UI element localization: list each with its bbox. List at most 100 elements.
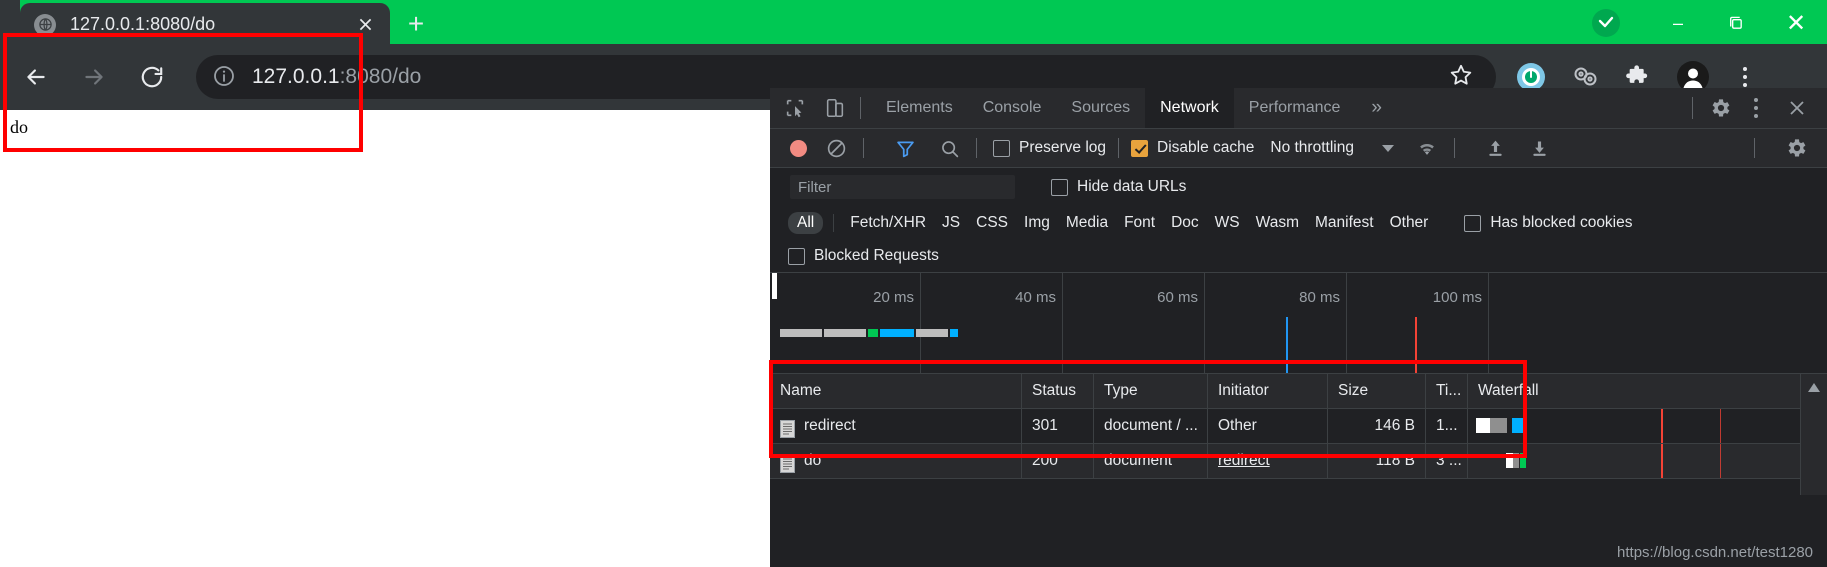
chevron-down-icon[interactable] (1381, 144, 1394, 152)
cell-type: document / ... (1094, 409, 1208, 443)
type-filter-js[interactable]: JS (942, 212, 960, 234)
type-filter-doc[interactable]: Doc (1171, 212, 1199, 234)
type-filter-img[interactable]: Img (1024, 212, 1050, 234)
devtools-tabbar-right (1682, 90, 1827, 126)
clear-button[interactable] (821, 133, 851, 163)
initiator-link[interactable]: redirect (1218, 452, 1270, 469)
preserve-log-label: Preserve log (1019, 139, 1107, 156)
table-row[interactable]: redirect 301 document / ... Other 146 B … (770, 409, 1827, 444)
column-header-waterfall[interactable]: Waterfall (1468, 374, 1801, 408)
close-icon[interactable] (350, 10, 380, 40)
tab-strip-left-pad (0, 0, 20, 46)
info-circle-icon[interactable] (212, 64, 238, 90)
cell-initiator[interactable]: redirect (1208, 444, 1328, 478)
type-filter-ws[interactable]: WS (1215, 212, 1240, 234)
overview-tick: 40 ms (920, 273, 1063, 373)
throttling-select[interactable]: No throttling (1270, 139, 1354, 157)
type-filter-all[interactable]: All (788, 212, 824, 234)
table-scrollbar[interactable] (1800, 374, 1827, 495)
type-filter-wasm[interactable]: Wasm (1256, 212, 1299, 234)
waterfall-segment (1506, 453, 1513, 468)
tab-network[interactable]: Network (1145, 88, 1234, 128)
record-button[interactable] (790, 139, 807, 157)
cell-size: 118 B (1328, 444, 1426, 478)
hide-data-urls-checkbox[interactable]: Hide data URLs (1051, 178, 1186, 196)
devtools-tabbar: Elements Console Sources Network Perform… (770, 88, 1827, 129)
green-shield-icon[interactable] (1589, 6, 1623, 40)
load-event-line (1415, 317, 1417, 373)
resource-type-filters: All Fetch/XHR JS CSS Img Media Font Doc … (770, 206, 1827, 240)
search-icon[interactable] (934, 133, 964, 163)
hide-data-urls-label: Hide data URLs (1077, 178, 1187, 195)
cell-waterfall (1468, 444, 1801, 478)
network-overview-timeline[interactable]: 20 ms 40 ms 60 ms 80 ms 100 ms (770, 273, 1827, 374)
page-viewport: do (0, 110, 770, 567)
network-conditions-icon[interactable] (1412, 133, 1442, 163)
column-header-size[interactable]: Size (1328, 374, 1426, 408)
browser-tab[interactable]: 127.0.0.1:8080/do (20, 3, 390, 46)
window-close-button[interactable]: ✕ (1765, 0, 1827, 46)
cell-name[interactable]: redirect (770, 409, 1022, 443)
new-tab-button[interactable]: + (398, 6, 434, 42)
has-blocked-cookies-label: Has blocked cookies (1490, 214, 1633, 231)
tab-sources[interactable]: Sources (1056, 88, 1145, 128)
load-event-line (1661, 444, 1663, 478)
cell-status: 200 (1022, 444, 1094, 478)
table-row[interactable]: do 200 document redirect 118 B 3 ... (770, 444, 1827, 479)
waterfall-segment (1476, 418, 1490, 433)
overview-gridlines: 20 ms 40 ms 60 ms 80 ms 100 ms (770, 273, 1827, 373)
checkbox-box (1131, 139, 1149, 157)
overview-tick-label: 80 ms (1299, 289, 1340, 306)
kebab-menu-icon[interactable] (1743, 98, 1769, 118)
column-header-name[interactable]: Name (770, 374, 1022, 408)
inspect-element-icon[interactable] (780, 93, 810, 123)
device-toolbar-icon[interactable] (820, 93, 850, 123)
column-header-type[interactable]: Type (1094, 374, 1208, 408)
type-filter-fetch-xhr[interactable]: Fetch/XHR (850, 212, 926, 234)
address-host: 127.0.0.1 (252, 65, 340, 88)
blocked-requests-checkbox[interactable]: Blocked Requests (788, 247, 939, 265)
request-name: redirect (804, 417, 856, 434)
reload-icon[interactable] (130, 55, 174, 99)
request-name: do (804, 452, 822, 469)
table-header-row: Name Status Type Initiator Size Ti... Wa… (770, 374, 1827, 409)
has-blocked-cookies-checkbox[interactable]: Has blocked cookies (1464, 214, 1633, 232)
tab-console[interactable]: Console (968, 88, 1057, 128)
window-maximize-button[interactable] (1707, 0, 1765, 46)
blocked-requests-bar: Blocked Requests (770, 240, 1827, 273)
overview-tick-label: 20 ms (873, 289, 914, 306)
type-filter-media[interactable]: Media (1066, 212, 1108, 234)
filter-funnel-icon[interactable] (890, 133, 920, 163)
column-header-status[interactable]: Status (1022, 374, 1094, 408)
gear-icon[interactable] (1703, 91, 1737, 125)
close-icon[interactable] (1779, 90, 1815, 126)
window-minimize-button[interactable]: – (1649, 0, 1707, 46)
type-filter-css[interactable]: CSS (976, 212, 1008, 234)
more-tabs-icon[interactable]: » (1355, 97, 1398, 119)
type-filter-manifest[interactable]: Manifest (1315, 212, 1374, 234)
disable-cache-checkbox[interactable]: Disable cache (1131, 139, 1254, 157)
table-empty-area (770, 479, 1827, 495)
chrome-menu-icon[interactable] (1730, 67, 1760, 87)
column-header-time[interactable]: Ti... (1426, 374, 1468, 408)
waterfall-segment (1490, 418, 1507, 433)
cell-name[interactable]: do (770, 444, 1022, 478)
import-har-icon[interactable] (1481, 133, 1511, 163)
forward-arrow-icon[interactable] (72, 55, 116, 99)
column-header-initiator[interactable]: Initiator (1208, 374, 1328, 408)
preserve-log-checkbox[interactable]: Preserve log (993, 139, 1106, 157)
checkbox-box (1464, 214, 1482, 232)
scroll-up-arrow-icon[interactable] (1808, 383, 1820, 392)
type-filter-font[interactable]: Font (1124, 212, 1155, 234)
tab-performance[interactable]: Performance (1234, 88, 1356, 128)
checkbox-box (1051, 178, 1068, 196)
filter-input[interactable] (790, 175, 1015, 199)
export-har-icon[interactable] (1525, 133, 1555, 163)
back-arrow-icon[interactable] (14, 55, 58, 99)
network-settings-gear-icon[interactable] (1781, 133, 1811, 163)
overview-tick: 60 ms (1062, 273, 1205, 373)
waterfall-segment (1512, 418, 1523, 433)
overview-tick-label: 60 ms (1157, 289, 1198, 306)
type-filter-other[interactable]: Other (1390, 212, 1429, 234)
tab-elements[interactable]: Elements (871, 88, 968, 128)
